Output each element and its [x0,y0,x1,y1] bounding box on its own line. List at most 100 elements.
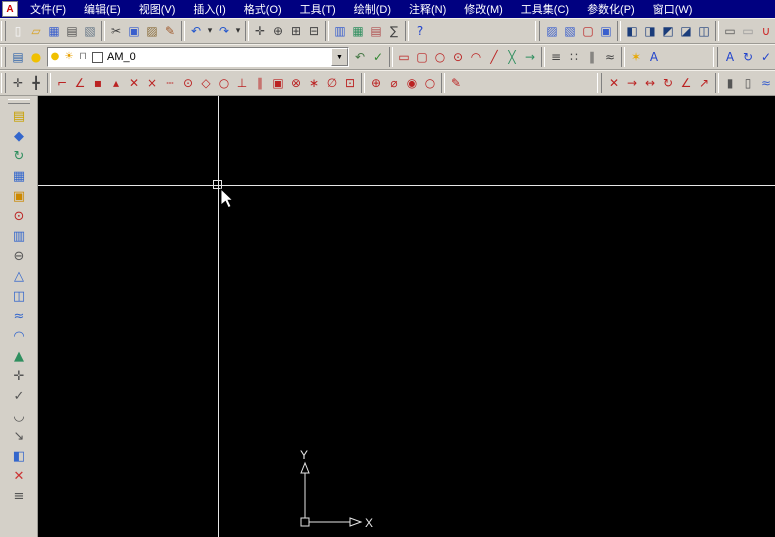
zoom-realtime-icon[interactable]: ⊕ [269,22,287,40]
menu-format[interactable]: 格式(O) [235,1,291,17]
leader-icon[interactable]: ↘ [9,426,29,446]
redo-icon[interactable]: ↷ [215,22,233,40]
draw-order-front-icon[interactable]: ◧ [623,22,641,40]
ungroup-icon[interactable]: ▭ [739,22,757,40]
power-erase-icon[interactable]: ✕ [605,74,623,92]
snap-endpoint-icon[interactable]: ▪ [89,74,107,92]
open-file-icon[interactable]: ▱ [27,22,45,40]
break-line-icon[interactable]: ∷ [565,48,583,66]
copy-icon[interactable]: ▣ [125,22,143,40]
menu-file[interactable]: 文件(F) [21,1,75,17]
undo-icon[interactable]: ↶ [187,22,205,40]
snap-center-icon[interactable]: ⊙ [179,74,197,92]
zigzag-line-icon[interactable]: ≈ [601,48,619,66]
snap-point-icon[interactable]: ✛ [9,74,27,92]
cut-icon[interactable]: ✂ [107,22,125,40]
power-recall-icon[interactable]: ↻ [9,146,29,166]
zoom-window-icon[interactable]: ⊞ [287,22,305,40]
layer-properties-icon[interactable]: ▤ [9,48,27,66]
power-erase2-icon[interactable]: ✕ [9,466,29,486]
hole-chart-icon[interactable]: ◉ [403,74,421,92]
centerline-icon[interactable]: ⌀ [385,74,403,92]
snap-perpendicular-icon[interactable]: ⊥ [233,74,251,92]
rotate-icon[interactable]: ↻ [659,74,677,92]
properties-icon[interactable]: ▥ [331,22,349,40]
detail-pencil-icon[interactable]: ✎ [447,74,465,92]
move-icon[interactable]: → [623,74,641,92]
angle-icon[interactable]: ∠ [677,74,695,92]
help-icon[interactable]: ? [411,22,429,40]
parts-list-icon[interactable]: ▥ [9,226,29,246]
layer-light-icon[interactable]: ● [27,48,45,66]
make-layer-current-icon[interactable]: ✓ [369,48,387,66]
circle-icon[interactable]: ○ [431,48,449,66]
quick-calc-icon[interactable]: ∑ [385,22,403,40]
toolbar-grip[interactable] [1,73,6,93]
paste-icon[interactable]: ▨ [143,22,161,40]
save-icon[interactable]: ▦ [45,22,63,40]
layer-dropdown[interactable]: ● ☀ ⊓ AM_0 ▼ [47,47,349,67]
menu-modify[interactable]: 修改(M) [455,1,512,17]
toolbar-grip[interactable] [535,21,540,41]
snap-none-icon[interactable]: ∅ [323,74,341,92]
text-style-icon[interactable]: A [645,48,663,66]
lock-position-icon[interactable]: ▮ [721,74,739,92]
snap-from-icon[interactable]: ∠ [71,74,89,92]
hide-section-icon[interactable]: ◧ [9,446,29,466]
layer-on-bulb-icon[interactable]: ● [48,50,62,64]
osnap-settings-icon[interactable]: ⊡ [341,74,359,92]
layer-previous-icon[interactable]: ↶ [351,48,369,66]
line-icon[interactable]: ╱ [485,48,503,66]
toolbar-grip[interactable] [597,73,602,93]
temporary-track-icon[interactable]: ⌐ [53,74,71,92]
menu-tools[interactable]: 工具(T) [291,1,345,17]
tool-palettes-icon[interactable]: ▤ [367,22,385,40]
toolbar-grip[interactable] [8,99,30,104]
wipeout-icon[interactable]: ≈ [757,74,775,92]
bearing-icon[interactable]: ◫ [9,286,29,306]
snap-insert-icon[interactable]: ▣ [269,74,287,92]
region-icon[interactable]: ▣ [597,22,615,40]
parallel-lines-icon[interactable]: ∥ [583,48,601,66]
annotation-scale-icon[interactable]: A [721,48,739,66]
annotation-sync-icon[interactable]: ↻ [739,48,757,66]
snap-extension-icon[interactable]: ┄ [161,74,179,92]
osnap-magnet-icon[interactable]: ∪ [757,22,775,40]
pan-icon[interactable]: ✛ [251,22,269,40]
section-line-icon[interactable]: ≡ [547,48,565,66]
detail-view-icon[interactable]: ▦ [9,166,29,186]
new-file-icon[interactable]: ▯ [9,22,27,40]
menu-toolsets[interactable]: 工具集(C) [512,1,578,17]
layer-freeze-sun-icon[interactable]: ☀ [62,50,76,64]
measure-icon[interactable]: ↔ [641,74,659,92]
power-dimension-icon[interactable]: ◆ [9,126,29,146]
boundary-icon[interactable]: ▢ [579,22,597,40]
snap-apparent-intersection-icon[interactable]: × [143,74,161,92]
snap-tangent-icon[interactable]: ○ [215,74,233,92]
stretch-icon[interactable]: ↗ [695,74,713,92]
draw-order-below-icon[interactable]: ◪ [677,22,695,40]
title-border-icon[interactable]: ▣ [9,186,29,206]
mech-options-icon[interactable]: ≡ [9,486,29,506]
layer-dropdown-arrow[interactable]: ▼ [331,48,348,66]
spring-icon[interactable]: ≈ [9,306,29,326]
construction-circle-icon[interactable]: ○ [421,74,439,92]
rectangle-icon[interactable]: ▭ [395,48,413,66]
centerline-tool-icon[interactable]: ✛ [9,366,29,386]
shaft-generator-icon[interactable]: △ [9,266,29,286]
gradient-icon[interactable]: ▧ [561,22,579,40]
mech-browser-icon[interactable]: ▤ [9,106,29,126]
text-to-front-icon[interactable]: ◫ [695,22,713,40]
spell-check-icon[interactable]: ✓ [757,48,775,66]
menu-insert[interactable]: 插入(I) [184,1,234,17]
cam-icon[interactable]: ◠ [9,326,29,346]
menu-parametric[interactable]: 参数化(P) [578,1,644,17]
rounded-rectangle-icon[interactable]: ▢ [413,48,431,66]
zoom-previous-icon[interactable]: ⊟ [305,22,323,40]
drawing-canvas[interactable]: Y X [38,96,775,537]
fea-icon[interactable]: ▲ [9,346,29,366]
circle-center-icon[interactable]: ⊙ [449,48,467,66]
menu-view[interactable]: 视图(V) [130,1,185,17]
grid-snap-icon[interactable]: ╋ [27,74,45,92]
design-center-icon[interactable]: ▦ [349,22,367,40]
